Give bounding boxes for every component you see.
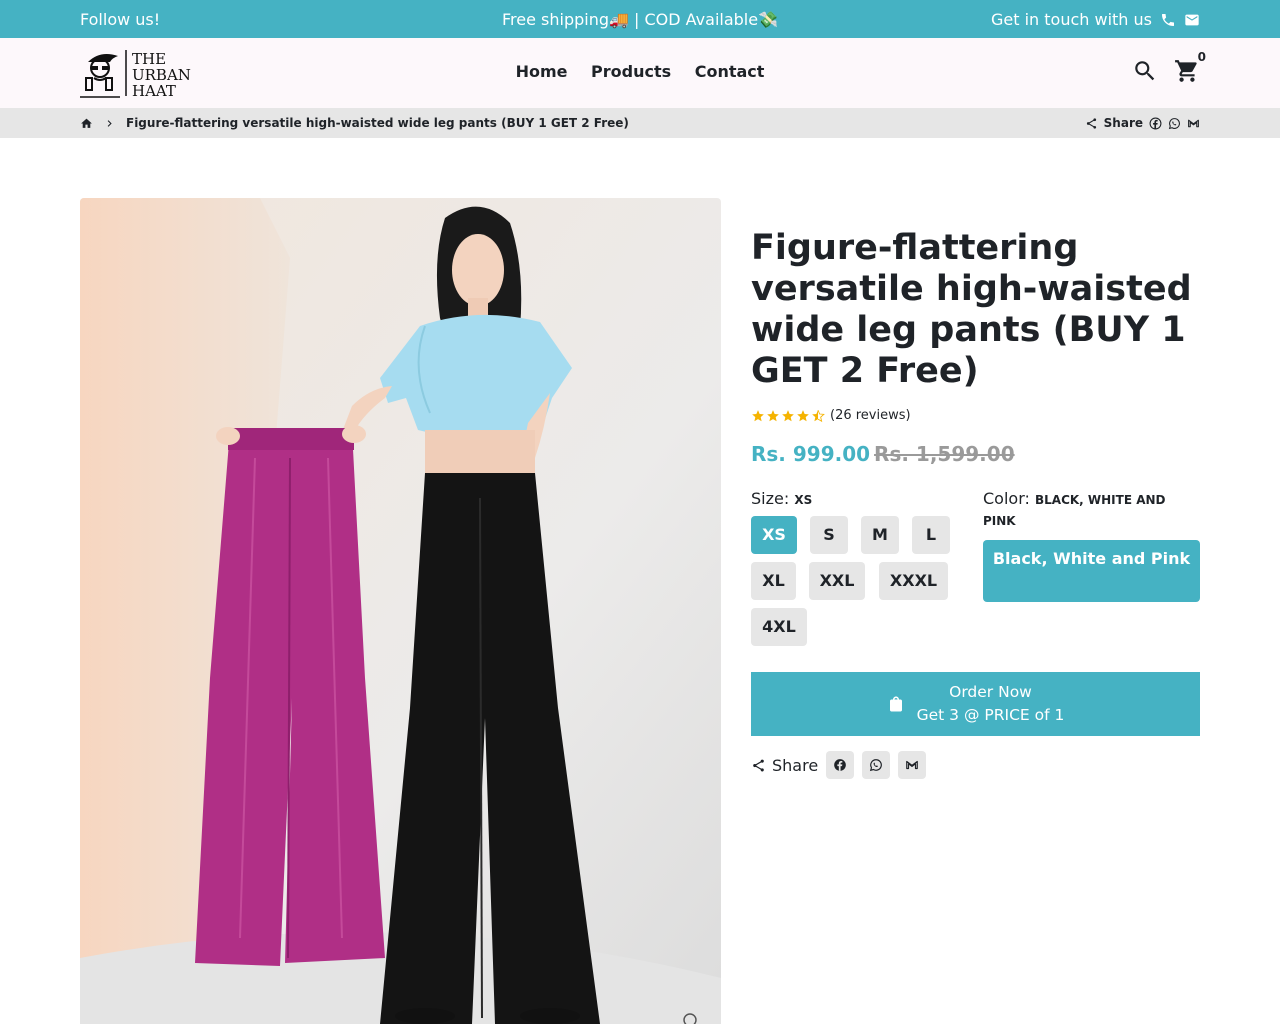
header-actions: 0 [1132, 50, 1206, 84]
search-icon[interactable] [1132, 58, 1158, 84]
size-option-xl[interactable]: XL [751, 562, 796, 600]
cart-button[interactable]: 0 [1174, 50, 1206, 84]
breadcrumb-bar: Figure-flattering versatile high-waisted… [0, 108, 1280, 138]
breadcrumb-share: Share [1085, 116, 1200, 130]
order-now-text: Order Now Get 3 @ PRICE of 1 [917, 681, 1065, 727]
breadcrumb-share-label[interactable]: Share [1104, 116, 1143, 130]
breadcrumb: Figure-flattering versatile high-waisted… [80, 116, 629, 130]
size-selected-value: XS [794, 493, 813, 507]
phone-icon[interactable] [1160, 12, 1176, 28]
color-label: Color: BLACK, WHITE AND PINK [983, 489, 1166, 528]
share-icon[interactable] [1085, 117, 1098, 130]
product-rating[interactable]: (26 reviews) [751, 408, 1200, 423]
color-option-black-white-pink[interactable]: Black, White and Pink [983, 540, 1200, 602]
order-now-label: Order Now [949, 683, 1032, 701]
shopping-bag-icon [887, 695, 905, 713]
order-now-button[interactable]: Order Now Get 3 @ PRICE of 1 [751, 672, 1200, 736]
share-label: Share [772, 755, 819, 775]
review-count[interactable]: (26 reviews) [830, 408, 911, 423]
share-row: Share [751, 751, 927, 779]
cart-count-badge: 0 [1197, 50, 1206, 64]
star-half-icon [812, 409, 825, 422]
size-option-xxl[interactable]: XXL [809, 562, 865, 600]
compare-price: Rs. 1,599.00 [874, 442, 1015, 466]
size-option-xs[interactable]: XS [751, 516, 797, 554]
product-title: Figure-flattering versatile high-waisted… [751, 228, 1192, 391]
gmail-icon[interactable] [1187, 117, 1200, 130]
color-selector: Color: BLACK, WHITE AND PINK Black, Whit… [983, 489, 1200, 602]
size-label: Size: XS [751, 489, 813, 508]
whatsapp-icon[interactable] [1168, 117, 1181, 130]
site-header: THE URBAN HAAT Home Products Contact 0 [0, 38, 1280, 108]
order-offer-label: Get 3 @ PRICE of 1 [916, 706, 1065, 724]
sale-price: Rs. 999.00 [751, 442, 871, 466]
product-image[interactable] [80, 198, 721, 1024]
chevron-right-icon [103, 117, 116, 130]
nav-contact[interactable]: Contact [695, 62, 765, 81]
mail-icon[interactable] [1184, 12, 1200, 28]
facebook-icon[interactable] [1149, 117, 1162, 130]
whatsapp-icon [870, 759, 883, 772]
cart-icon [1174, 58, 1200, 84]
contact-group: Get in touch with us [991, 10, 1200, 29]
variant-options: Size: XS XS S M L XL XXL XXXL 4XL Color:… [751, 489, 1200, 649]
size-option-xxxl[interactable]: XXXL [879, 562, 948, 600]
facebook-icon [834, 759, 847, 771]
breadcrumb-current: Figure-flattering versatile high-waisted… [126, 116, 629, 130]
size-option-s[interactable]: S [810, 516, 848, 554]
size-option-m[interactable]: M [861, 516, 899, 554]
nav-products[interactable]: Products [591, 62, 671, 81]
share-button[interactable]: Share [751, 756, 818, 775]
share-email-button[interactable] [898, 751, 927, 779]
gmail-icon [906, 760, 919, 770]
share-icon [751, 758, 766, 773]
announcement-bar: Follow us! Free shipping🚚 | COD Availabl… [0, 0, 1280, 38]
share-whatsapp-button[interactable] [862, 751, 891, 779]
size-selector: Size: XS XS S M L XL XXL XXXL 4XL [751, 489, 961, 646]
rating-stars [751, 409, 825, 423]
star-icon [767, 409, 779, 421]
logo-word-haat: HAAT [132, 82, 176, 98]
main-nav: Home Products Contact [0, 62, 1280, 81]
contact-text: Get in touch with us [990, 10, 1152, 29]
size-option-l[interactable]: L [912, 516, 950, 554]
product-info: Figure-flattering versatile high-waisted… [751, 228, 1200, 779]
size-option-4xl[interactable]: 4XL [751, 608, 807, 646]
star-icon [752, 409, 764, 421]
share-facebook-button[interactable] [826, 751, 855, 779]
nav-home[interactable]: Home [516, 62, 568, 81]
home-icon[interactable] [80, 117, 93, 130]
star-icon [797, 409, 809, 421]
price-block: Rs. 999.00 Rs. 1,599.00 [751, 442, 1200, 466]
star-icon [782, 409, 794, 421]
